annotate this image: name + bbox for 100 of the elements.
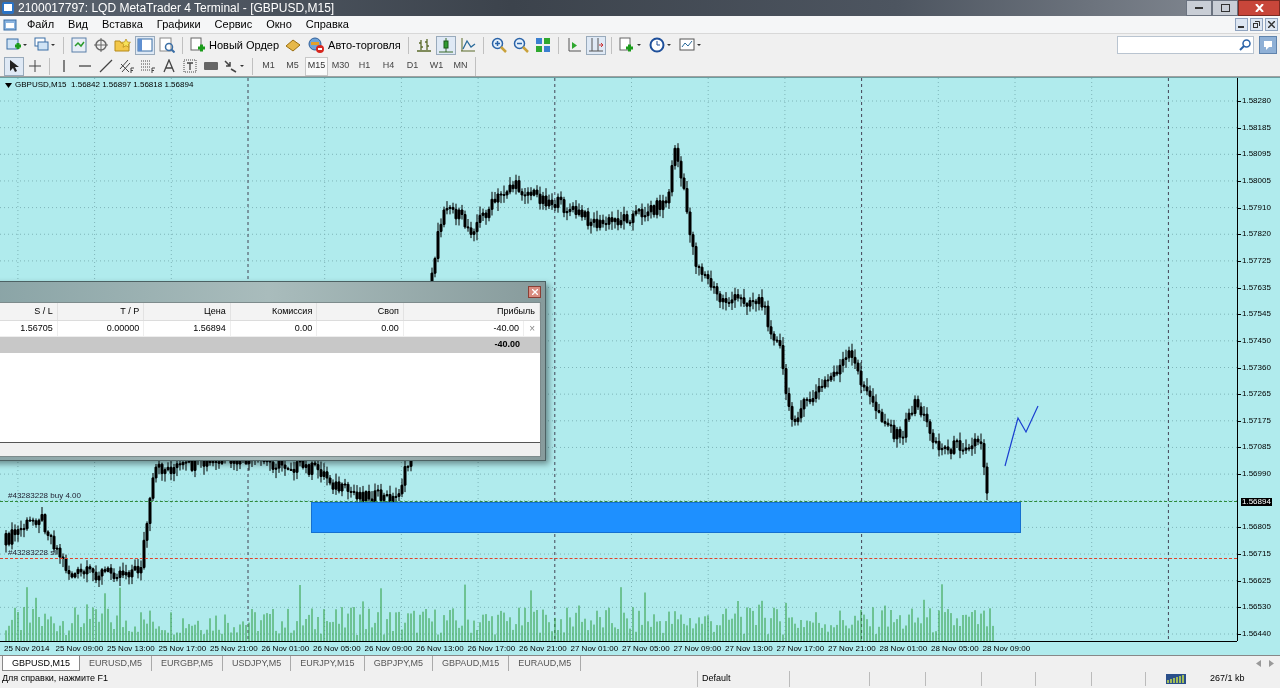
maximize-icon [1220,4,1230,12]
candlestick-icon[interactable] [435,35,456,55]
time-tick-label: 28 Nov 01:00 [879,645,928,653]
menu-item[interactable]: Вставка [94,19,150,30]
close-button[interactable] [1238,0,1280,16]
time-tick-label: 26 Nov 09:00 [364,645,413,653]
time-tick-label: 27 Nov 09:00 [673,645,722,653]
total-profit: -40.00 [494,338,521,352]
app-logo-icon [1,1,15,15]
time-tick-label: 27 Nov 01:00 [570,645,619,653]
timeframe-button[interactable]: M1 [257,56,280,76]
time-tick-label: 26 Nov 13:00 [416,645,464,653]
column-header[interactable]: T / P [57,303,145,320]
timeframe-button[interactable]: M15 [305,56,328,76]
price-tick-label: 1.57360 [1241,363,1272,372]
table-cell: 1.56894 [144,321,231,336]
status-profile: Default [698,671,790,687]
menu-item[interactable]: Справка [298,19,356,30]
minimize-button[interactable] [1186,0,1212,16]
timeframe-button[interactable]: W1 [425,56,448,76]
price-tick-label: 1.56715 [1241,550,1272,559]
search-field[interactable] [1117,36,1254,54]
cursor-icon[interactable] [4,56,24,76]
column-header[interactable]: Прибыль [403,303,541,320]
price-tick-label: 1.57545 [1241,310,1272,319]
price-tick-label: 1.57265 [1241,390,1272,399]
time-tick-label: 25 Nov 13:00 [107,645,155,653]
timeframe-button[interactable]: D1 [401,56,424,76]
scroll-left-icon[interactable] [1256,660,1261,667]
close-button[interactable] [1265,18,1278,31]
timeframe-button[interactable]: MN [449,56,472,76]
table-cell: 1.56705 [0,321,58,336]
table-cell: 0.00 [317,321,404,336]
price-tick-label: 1.57175 [1241,416,1272,425]
price-tick-label: 1.56990 [1241,470,1272,479]
time-tick-label: 25 Nov 09:00 [55,645,104,653]
time-tick-label: 27 Nov 05:00 [622,645,670,653]
scroll-right-icon[interactable] [1269,660,1274,667]
window-title: 2100017797: LQD MetaTrader 4 Terminal - [GBPUSD,M15] [18,2,335,14]
menu-item[interactable]: Сервис [207,19,260,30]
minimize-button[interactable] [1235,18,1248,31]
price-tick-label: 1.58280 [1241,97,1272,105]
connection-bars-icon [1166,674,1186,684]
menu-item[interactable]: Файл [20,19,62,30]
timeframe-button[interactable]: M5 [281,56,304,76]
price-tick-label: 1.57635 [1241,283,1272,292]
status-help-text: Для справки, нажмите F1 [0,671,698,687]
time-tick-label: 25 Nov 21:00 [210,645,258,653]
message-button[interactable] [1259,36,1277,54]
menu-item[interactable]: Окно [259,19,299,30]
table-cell: 0.00 [230,321,318,336]
price-tick-label: 1.58185 [1241,123,1272,132]
restore-icon [1253,21,1260,28]
speech-bubble-icon [1263,40,1273,50]
autotrading-button[interactable]: Авто-торговля [305,35,403,55]
search-icon[interactable] [1239,39,1251,51]
close-position-button[interactable]: × [524,321,541,336]
new-order-button[interactable]: Новый Ордер [188,35,282,55]
timeframe-button[interactable]: M30 [329,56,352,76]
menu-item[interactable]: Вид [61,19,95,30]
document-icon[interactable] [3,17,17,32]
order-label: #43283228 sl [8,549,57,557]
column-header[interactable]: Комиссия [230,303,318,320]
close-button[interactable] [528,286,541,298]
dropdown-triangle-icon[interactable] [5,82,12,88]
timeframe-button[interactable]: H1 [353,56,376,76]
status-traffic: 267/1 kb [1209,672,1245,686]
time-tick-label: 26 Nov 21:00 [519,645,567,653]
chart-symbol-info: GBPUSD,M15 1.56842 1.56897 1.56818 1.56894 [15,81,194,89]
document-plus-icon [190,37,206,53]
time-tick-label: 26 Nov 05:00 [313,645,361,653]
strategy-tester-icon[interactable] [157,35,177,55]
text-label-icon[interactable] [180,56,200,76]
close-icon [531,289,538,295]
timeframe-button[interactable]: H4 [377,56,400,76]
market-watch-icon[interactable] [69,35,89,55]
time-tick-label: 25 Nov 17:00 [158,645,207,653]
autoscroll-icon[interactable] [585,35,606,55]
time-tick-label: 27 Nov 13:00 [725,645,773,653]
price-tick-label: 1.56530 [1241,603,1272,612]
table-cell: -40.00 [403,321,525,336]
time-tick-label: 27 Nov 17:00 [776,645,825,653]
column-header[interactable]: Своп [317,303,404,320]
order-label: #43283228 buy 4.00 [8,492,81,500]
crosshair-target-icon[interactable] [91,35,111,55]
minimize-icon [1195,6,1203,10]
time-tick-label: 28 Nov 09:00 [982,645,1031,653]
time-tick-label: 26 Nov 01:00 [261,645,310,653]
restore-button[interactable] [1250,18,1263,31]
maximize-button[interactable] [1212,0,1238,16]
column-header[interactable]: Цена [144,303,231,320]
time-tick-label: 28 Nov 05:00 [931,645,979,653]
time-tick-label: 27 Nov 21:00 [828,645,876,653]
chart-tab[interactable]: GBPUSD,M15 [2,656,81,671]
menu-item[interactable]: Графики [149,19,208,30]
column-header[interactable]: S / L [0,303,58,320]
trend-line-drawing [1004,404,1040,468]
price-tick-label: 1.57085 [1241,443,1272,452]
price-tick-label: 1.57820 [1241,230,1272,239]
time-tick-label: 25 Nov 2014 [4,645,50,653]
